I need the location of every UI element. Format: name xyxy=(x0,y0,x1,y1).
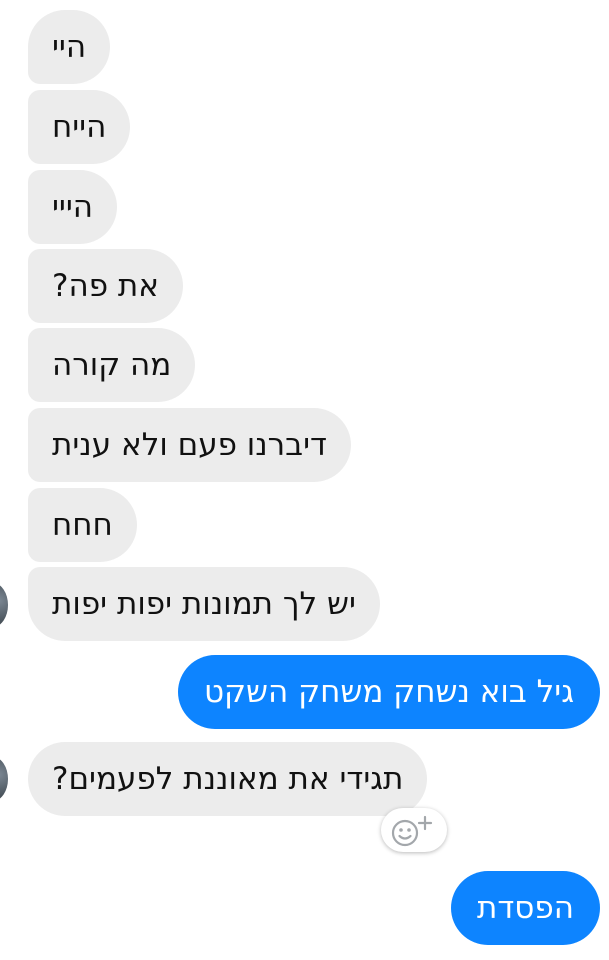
message-bubble-incoming[interactable]: יש לך תמונות יפות יפות xyxy=(28,567,380,641)
message-text: תגידי את מאוננת לפעמים? xyxy=(52,761,404,797)
message-bubble-incoming[interactable]: תגידי את מאוננת לפעמים? xyxy=(28,742,428,816)
message-bubble-incoming[interactable]: הייי xyxy=(28,170,118,244)
message-bubble-incoming[interactable]: הייח xyxy=(28,90,131,164)
message-text: הייח xyxy=(52,109,107,145)
message-text: את פה? xyxy=(52,268,160,304)
message-text: מה קורה xyxy=(52,347,172,383)
message-bubble-incoming[interactable]: היי xyxy=(28,10,111,84)
message-text: היי xyxy=(52,29,87,65)
message-bubble-outgoing[interactable]: הפסדת xyxy=(450,871,600,945)
message-text: גיל בוא נשחק משחק השקט xyxy=(203,674,574,710)
message-bubble-incoming[interactable]: חחח xyxy=(28,488,137,562)
message-text: הייי xyxy=(52,189,94,225)
message-text: יש לך תמונות יפות יפות xyxy=(52,586,356,622)
chat-thread: היי הייח הייי את פה? מה קורה דיברנו פעם … xyxy=(0,0,609,960)
message-bubble-incoming[interactable]: מה קורה xyxy=(28,328,196,402)
message-text: חחח xyxy=(52,507,113,543)
message-bubble-outgoing[interactable]: גיל בוא נשחק משחק השקט xyxy=(177,655,600,729)
message-text: דיברנו פעם ולא ענית xyxy=(52,427,327,463)
message-text: הפסדת xyxy=(476,890,574,926)
avatar[interactable] xyxy=(0,583,8,627)
smiley-plus-icon xyxy=(391,815,433,847)
add-reaction-button[interactable] xyxy=(381,808,447,852)
message-bubble-incoming[interactable]: דיברנו פעם ולא ענית xyxy=(28,408,351,482)
avatar[interactable] xyxy=(0,757,8,801)
message-bubble-incoming[interactable]: את פה? xyxy=(28,249,184,323)
